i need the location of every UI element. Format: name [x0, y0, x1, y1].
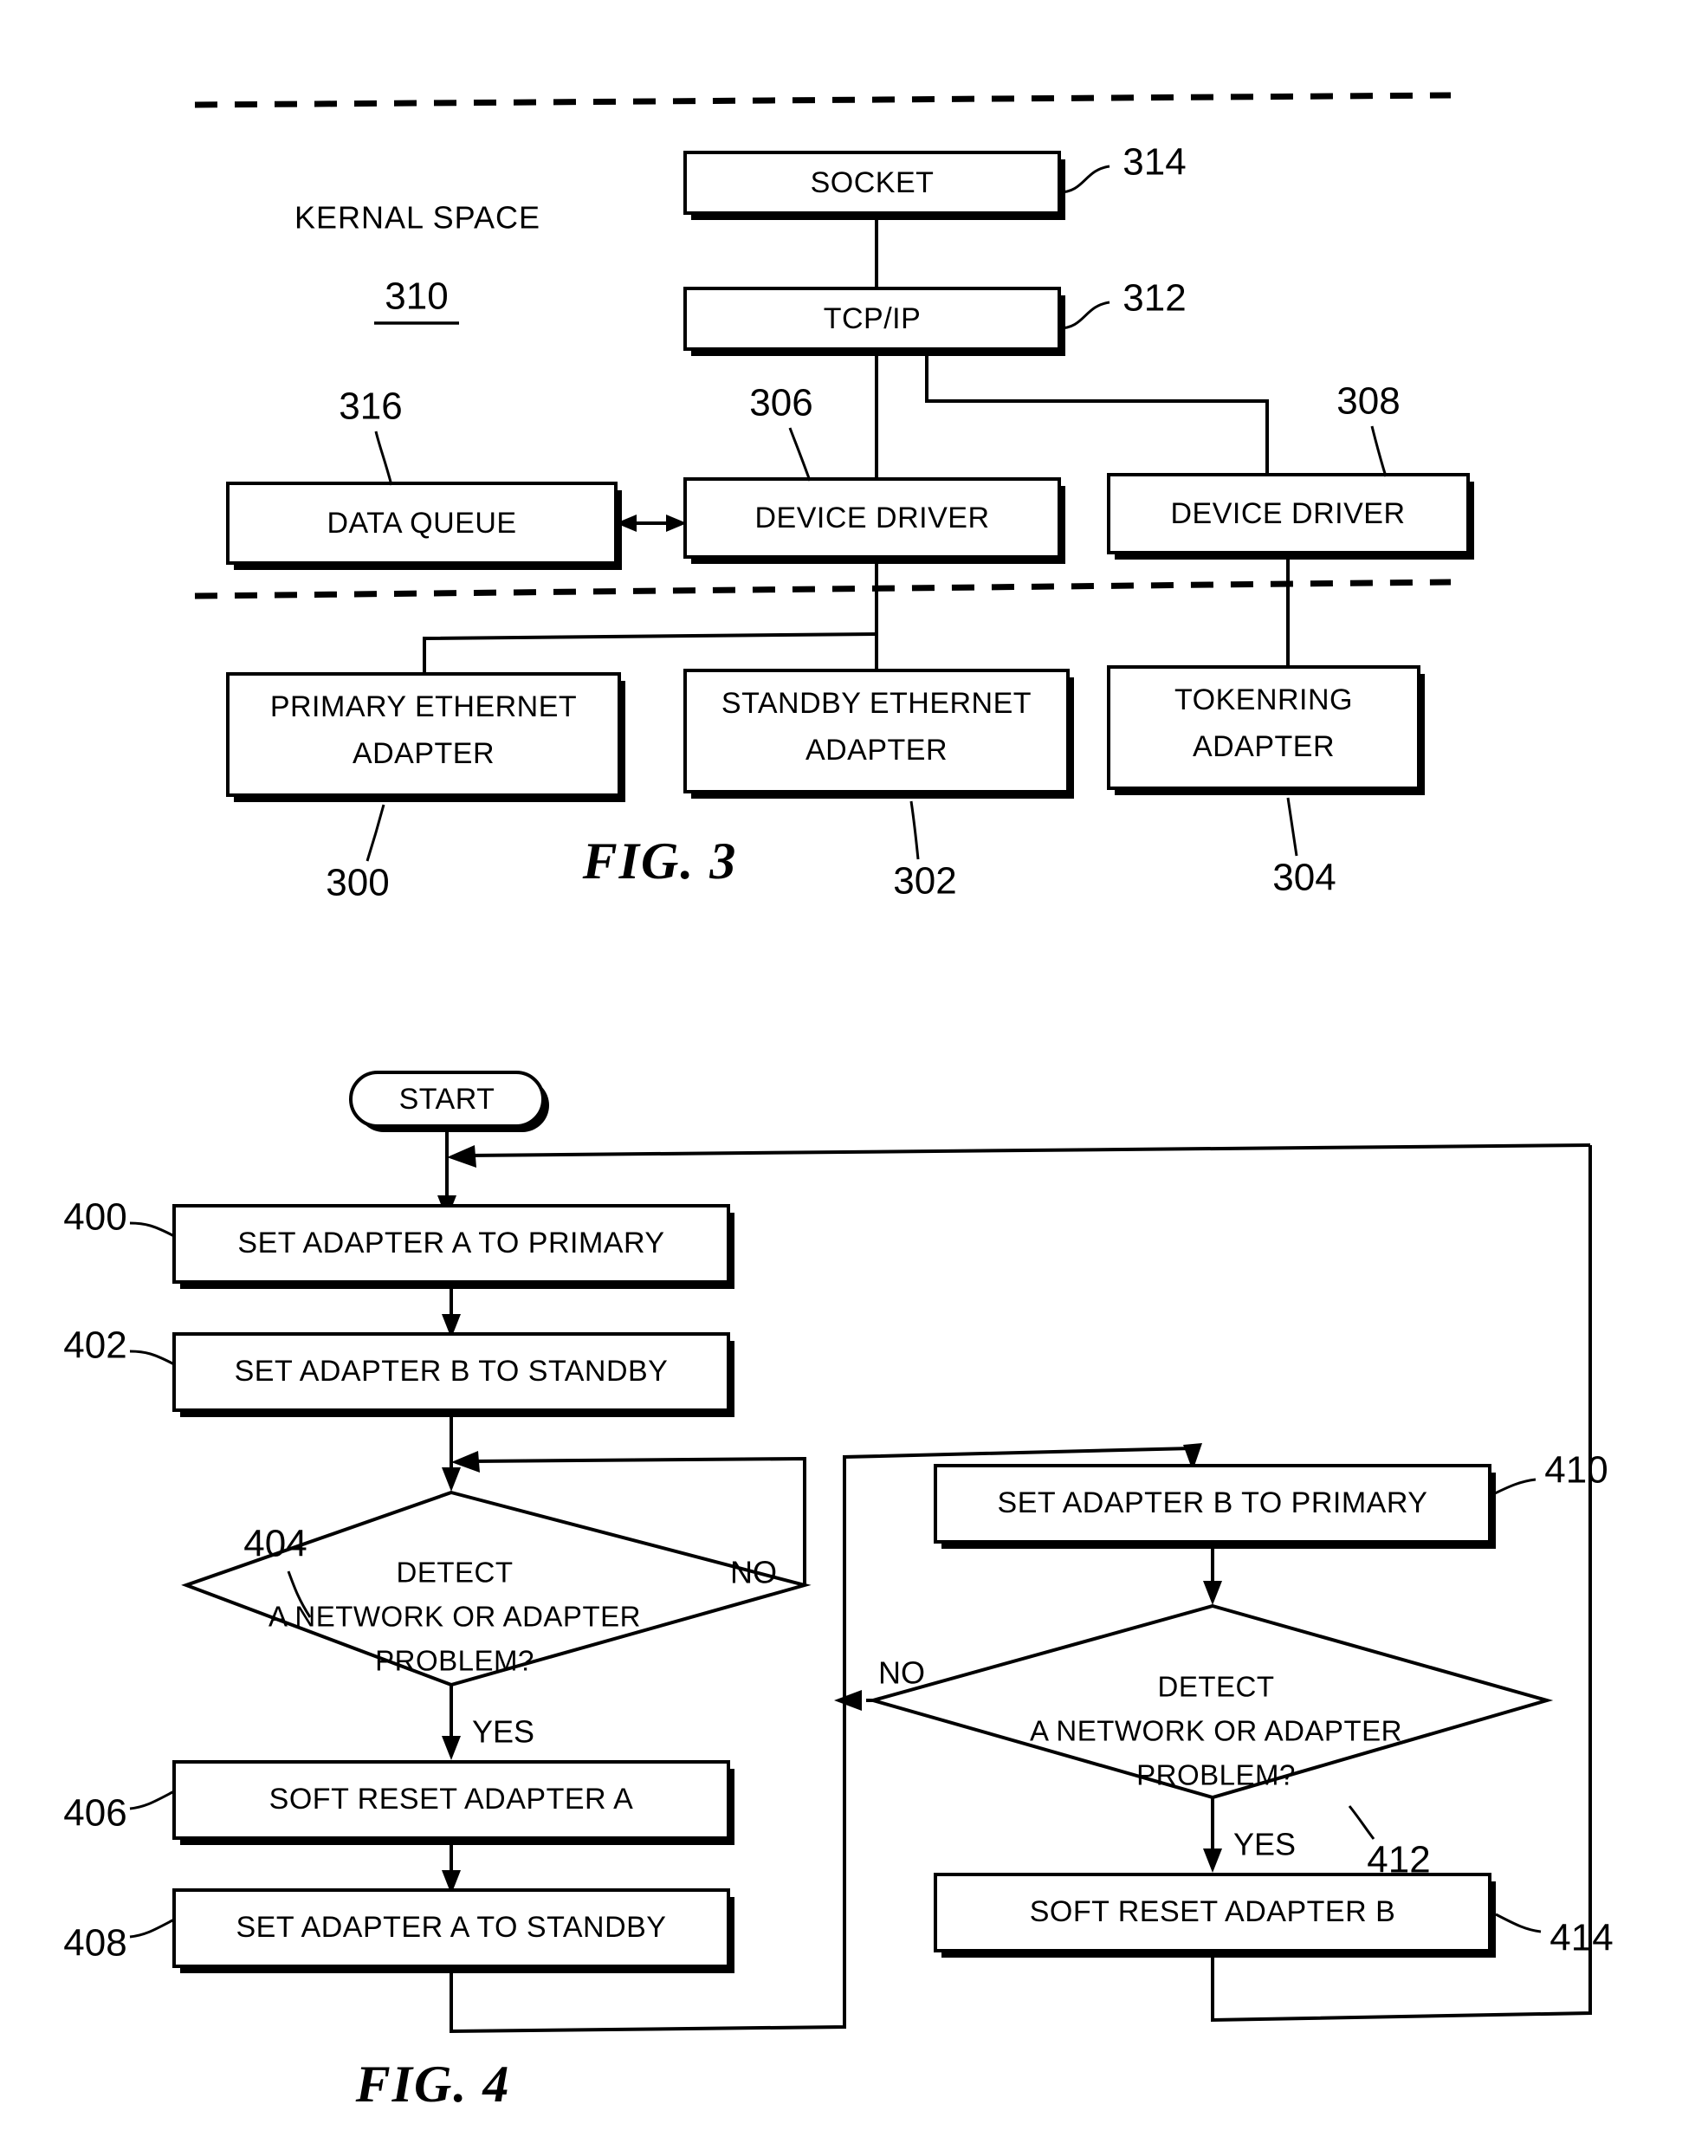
decision-412-line1: DETECT — [1158, 1671, 1275, 1703]
figure-3-group: KERNAL SPACE 310 SOCKET 314 TCP/IP 312 D… — [194, 92, 1474, 904]
step-406-ref-leader — [129, 1790, 175, 1810]
decision-412-yes-label: YES — [1233, 1827, 1296, 1862]
data-queue-ref-leader — [374, 431, 393, 486]
arrow-410-to-412 — [1203, 1581, 1222, 1605]
kernal-space-label: KERNAL SPACE — [294, 200, 540, 236]
start-label: START — [399, 1083, 495, 1116]
device-driver-308-ref: 308 — [1336, 380, 1400, 423]
arrow-404-yes — [442, 1736, 461, 1760]
decision-404-yes-label: YES — [472, 1714, 534, 1750]
standby-ethernet-label-line1: STANDBY ETHERNET — [721, 687, 1032, 720]
figure-4-group: START SET ADAPTER A TO PRIMARY 400 SET A… — [63, 1071, 1614, 2113]
primary-ethernet-ref-leader — [366, 804, 385, 862]
patent-drawing-page: KERNAL SPACE 310 SOCKET 314 TCP/IP 312 D… — [0, 0, 1708, 2156]
step-402-label: SET ADAPTER B TO STANDBY — [235, 1355, 669, 1388]
step-410-ref: 410 — [1544, 1449, 1608, 1492]
decision-412-ref-leader — [1348, 1805, 1375, 1840]
drawing-canvas: KERNAL SPACE 310 SOCKET 314 TCP/IP 312 D… — [63, 92, 1614, 2113]
decision-412-line3: PROBLEM? — [1136, 1759, 1296, 1791]
outer-feedback-horizontal — [467, 1143, 1591, 1157]
decision-404-line3: PROBLEM? — [375, 1645, 534, 1677]
arrow-412-no — [834, 1690, 862, 1711]
step-402-ref: 402 — [63, 1324, 126, 1367]
arrow-402-to-404 — [442, 1467, 461, 1492]
data-queue-label: DATA QUEUE — [327, 507, 516, 540]
step-410-label: SET ADAPTER B TO PRIMARY — [998, 1486, 1428, 1519]
step-408-ref-leader — [129, 1918, 175, 1939]
socket-ref-leader — [1058, 165, 1110, 194]
step-406-ref: 406 — [63, 1792, 126, 1835]
step-414-ref-leader — [1495, 1913, 1542, 1933]
kernal-space-ref: 310 — [385, 275, 448, 318]
figure-3-caption: FIG. 3 — [582, 832, 738, 890]
step-400-ref-leader — [129, 1221, 175, 1238]
decision-412-line2: A NETWORK OR ADAPTER — [1030, 1715, 1402, 1747]
decision-404-ref: 404 — [243, 1523, 307, 1565]
connector-tcpip-to-dd308 — [925, 349, 1269, 489]
device-driver-306-ref-leader — [788, 427, 812, 482]
device-driver-308-label: DEVICE DRIVER — [1171, 497, 1406, 530]
step-408-label: SET ADAPTER A TO STANDBY — [236, 1911, 667, 1944]
device-driver-306-ref: 306 — [749, 382, 812, 424]
decision-404-line2: A NETWORK OR ADAPTER — [268, 1601, 641, 1633]
step-414-ref: 414 — [1549, 1917, 1613, 1959]
tcpip-ref-leader — [1058, 301, 1110, 330]
tokenring-ref-leader — [1286, 797, 1298, 857]
primary-ethernet-ref: 300 — [326, 862, 389, 904]
data-queue-ref: 316 — [339, 385, 402, 428]
step-414-label: SOFT RESET ADAPTER B — [1030, 1895, 1396, 1928]
decision-412-no-label: NO — [878, 1655, 925, 1691]
primary-ethernet-label-line2: ADAPTER — [353, 737, 495, 770]
device-driver-308-ref-leader — [1370, 425, 1388, 477]
tokenring-label-line1: TOKENRING — [1174, 683, 1353, 716]
step-402-ref-leader — [129, 1350, 175, 1366]
primary-ethernet-label-line1: PRIMARY ETHERNET — [270, 690, 577, 723]
standby-ethernet-ref-leader — [909, 800, 920, 860]
kernel-boundary-bottom-dashed — [194, 579, 1452, 599]
outer-feedback-arrowhead — [447, 1145, 476, 1168]
connector-dd306-to-primary — [423, 632, 877, 675]
arrow-412-yes — [1203, 1848, 1222, 1873]
tokenring-label-line2: ADAPTER — [1193, 730, 1335, 763]
socket-label: SOCKET — [811, 166, 935, 199]
step-406-label: SOFT RESET ADAPTER A — [269, 1783, 634, 1816]
figure-4-caption: FIG. 4 — [355, 2056, 511, 2113]
device-driver-306-label: DEVICE DRIVER — [755, 502, 990, 534]
step-408-ref: 408 — [63, 1922, 126, 1965]
tcpip-label: TCP/IP — [824, 302, 922, 335]
decision-404-line1: DETECT — [397, 1557, 514, 1589]
tcpip-ref: 312 — [1122, 277, 1186, 320]
tokenring-ref: 304 — [1272, 857, 1336, 899]
step-400-label: SET ADAPTER A TO PRIMARY — [237, 1227, 664, 1259]
standby-ethernet-ref: 302 — [893, 860, 956, 903]
socket-ref: 314 — [1122, 141, 1186, 184]
decision-404-no-label: NO — [730, 1555, 777, 1590]
standby-ethernet-label-line2: ADAPTER — [805, 734, 948, 767]
step-400-ref: 400 — [63, 1196, 126, 1239]
kernel-boundary-top-dashed — [194, 92, 1452, 108]
step-410-ref-leader — [1489, 1478, 1537, 1498]
